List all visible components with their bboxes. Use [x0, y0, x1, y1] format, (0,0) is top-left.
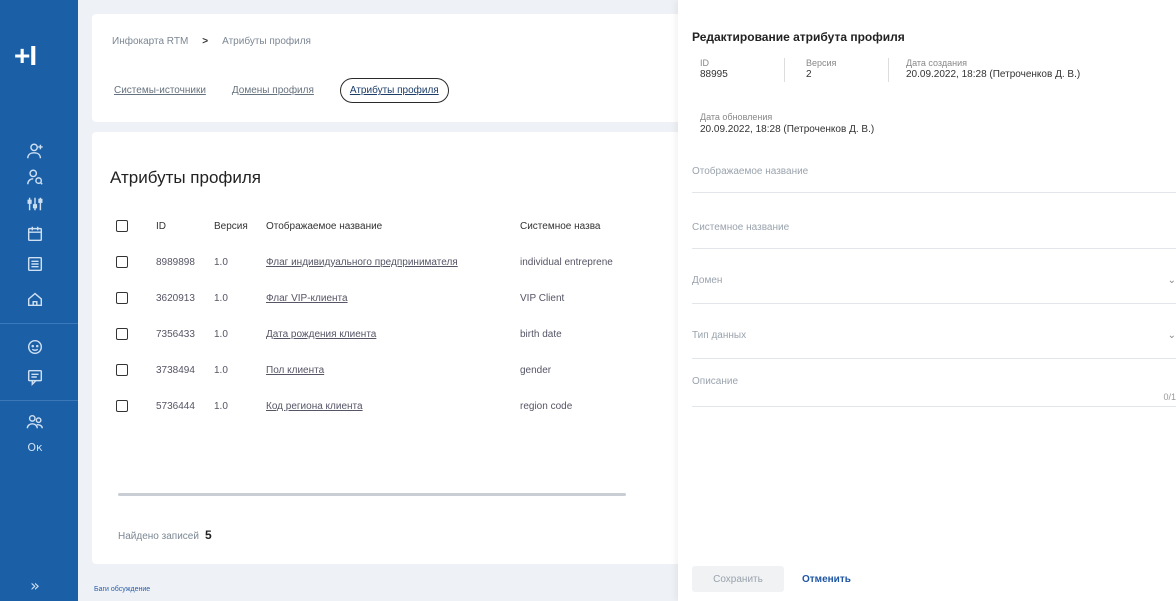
user-add-icon[interactable] — [24, 140, 46, 162]
content-card: Атрибуты профиля ID Версия Отображаемое … — [92, 132, 732, 564]
row-checkbox[interactable] — [116, 400, 128, 412]
domain-select-label: Домен — [692, 275, 723, 286]
sidebar-divider — [0, 323, 78, 324]
row-checkbox[interactable] — [116, 328, 128, 340]
field-underline — [692, 303, 1176, 304]
breadcrumb: Инфокарта RTM > Атрибуты профиля — [112, 36, 311, 47]
row-checkbox[interactable] — [116, 364, 128, 376]
field-underline — [692, 406, 1176, 407]
support-icon[interactable] — [24, 336, 46, 358]
cell-display-name-link[interactable]: Флаг индивидуального предпринимателя — [266, 257, 520, 268]
cell-system-name: birth date — [520, 328, 562, 340]
records-found-label: Найдено записей — [118, 531, 199, 542]
attributes-table: ID Версия Отображаемое название Системно… — [116, 208, 732, 424]
operator-status-icon[interactable]: Ок — [22, 441, 48, 454]
people-icon[interactable] — [24, 411, 46, 433]
tab-profile-attributes[interactable]: Атрибуты профиля — [339, 78, 449, 103]
description-counter: 0/1 — [1163, 392, 1176, 402]
cell-system-name: VIP Client — [520, 292, 565, 304]
records-found-count: 5 — [204, 528, 212, 542]
meta-divider — [784, 58, 785, 82]
row-checkbox[interactable] — [116, 256, 128, 268]
field-underline — [692, 248, 1176, 249]
cell-version: 1.0 — [214, 364, 228, 376]
discussion-link[interactable]: Баги обсуждение — [94, 586, 150, 593]
list-icon[interactable] — [24, 253, 46, 275]
data-type-select-label: Тип данных — [692, 330, 747, 341]
edit-attribute-drawer: Редактирование атрибута профиля ID 88995… — [678, 0, 1176, 601]
breadcrumb-current: Атрибуты профиля — [222, 36, 311, 47]
tab-source-systems[interactable]: Системы-источники — [114, 85, 206, 96]
collapse-icon[interactable]: » — [22, 576, 48, 595]
user-search-icon[interactable] — [24, 166, 46, 188]
select-all-checkbox[interactable] — [116, 220, 128, 232]
tabs: Системы-источники Домены профиля Атрибут… — [114, 78, 449, 103]
cell-version: 1.0 — [214, 400, 228, 412]
cell-id: 3738494 — [156, 364, 195, 376]
cell-display-name-link[interactable]: Флаг VIP-клиента — [266, 293, 520, 304]
field-underline — [692, 192, 1176, 193]
cell-system-name: individual entreprene — [520, 256, 613, 268]
cell-display-name-link[interactable]: Дата рождения клиента — [266, 329, 520, 340]
system-name-field[interactable]: Системное название — [692, 222, 789, 233]
save-button[interactable]: Сохранить — [692, 566, 784, 592]
id-value: 88995 — [700, 69, 728, 80]
cell-id: 3620913 — [156, 292, 195, 304]
page-title: Атрибуты профиля — [110, 168, 262, 187]
app-logo[interactable]: +I — [14, 40, 37, 72]
drawer-title: Редактирование атрибута профиля — [692, 30, 905, 44]
cell-id: 5736444 — [156, 400, 195, 412]
settings-sliders-icon[interactable] — [24, 193, 46, 215]
calendar-icon[interactable] — [24, 223, 46, 245]
table-row[interactable]: 8989898 1.0 Флаг индивидуального предпри… — [116, 244, 732, 280]
breadcrumb-root[interactable]: Инфокарта RTM — [112, 36, 188, 47]
description-field[interactable]: Описание — [692, 376, 738, 387]
header-system-name[interactable]: Системное назва — [520, 221, 648, 232]
created-label: Дата создания — [906, 58, 967, 68]
sidebar-divider — [0, 400, 78, 401]
header-display-name[interactable]: Отображаемое название — [266, 221, 520, 232]
breadcrumb-separator: > — [202, 36, 209, 47]
cell-version: 1.0 — [214, 256, 228, 268]
chat-icon[interactable] — [24, 366, 46, 388]
cell-id: 8989898 — [156, 256, 195, 268]
cell-system-name: region code — [520, 400, 573, 412]
table-header: ID Версия Отображаемое название Системно… — [116, 208, 732, 244]
domain-select[interactable]: Домен ⌄ — [692, 275, 1176, 286]
cell-version: 1.0 — [214, 292, 228, 304]
updated-value: 20.09.2022, 18:28 (Петроченков Д. В.) — [700, 124, 875, 135]
meta-divider — [888, 58, 889, 82]
sidebar: +I Ок » — [0, 0, 78, 601]
header-version[interactable]: Версия — [204, 221, 266, 232]
cell-version: 1.0 — [214, 328, 228, 340]
cell-display-name-link[interactable]: Пол клиента — [266, 365, 520, 376]
table-row[interactable]: 3620913 1.0 Флаг VIP-клиента VIP Client — [116, 280, 732, 316]
table-row[interactable]: 7356433 1.0 Дата рождения клиента birth … — [116, 316, 732, 352]
cell-system-name: gender — [520, 364, 552, 376]
cell-display-name-link[interactable]: Код региона клиента — [266, 401, 520, 412]
field-underline — [692, 358, 1176, 359]
header-card: Инфокарта RTM > Атрибуты профиля Системы… — [92, 14, 732, 122]
updated-label: Дата обновления — [700, 112, 773, 122]
table-row[interactable]: 5736444 1.0 Код региона клиента region c… — [116, 388, 732, 424]
horizontal-scrollbar[interactable] — [118, 493, 626, 496]
cancel-button[interactable]: Отменить — [802, 566, 851, 592]
home-icon[interactable] — [24, 288, 46, 310]
header-id[interactable]: ID — [156, 221, 204, 232]
version-label: Версия — [806, 58, 837, 68]
data-type-select[interactable]: Тип данных ⌄ — [692, 330, 1176, 341]
chevron-down-icon: ⌄ — [1167, 275, 1176, 286]
chevron-down-icon: ⌄ — [1167, 330, 1176, 341]
cell-id: 7356433 — [156, 328, 195, 340]
id-label: ID — [700, 58, 709, 68]
display-name-field[interactable]: Отображаемое название — [692, 166, 808, 177]
tab-profile-domains[interactable]: Домены профиля — [232, 85, 314, 96]
created-value: 20.09.2022, 18:28 (Петроченков Д. В.) — [906, 69, 1081, 80]
version-value: 2 — [806, 69, 812, 80]
row-checkbox[interactable] — [116, 292, 128, 304]
table-row[interactable]: 3738494 1.0 Пол клиента gender — [116, 352, 732, 388]
records-found: Найдено записей 5 — [118, 528, 212, 542]
